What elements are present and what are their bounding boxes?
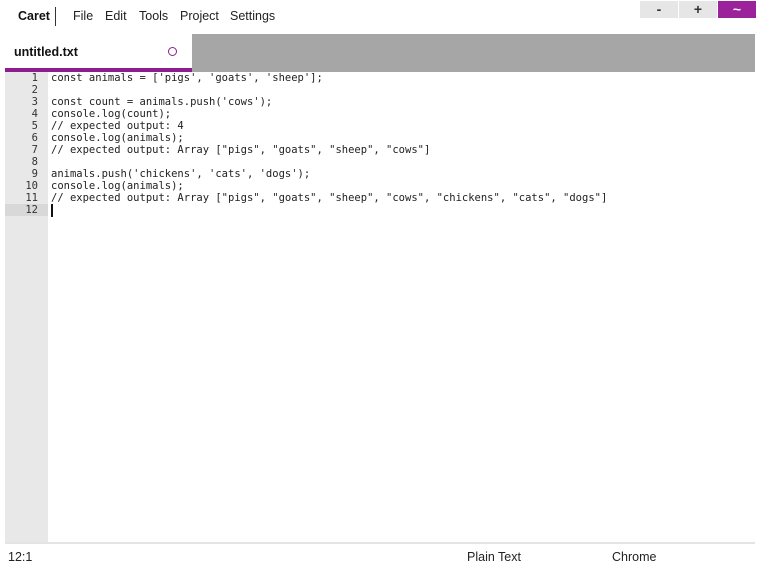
tab-bar: untitled.txt: [5, 34, 755, 72]
tab-filename: untitled.txt: [14, 45, 78, 59]
maximize-button[interactable]: +: [679, 1, 717, 18]
code-editor[interactable]: 1 2 3 4 5 6 7 8 9 10 11 12 const animals…: [5, 72, 755, 542]
code-line[interactable]: console.log(animals);: [51, 180, 184, 192]
code-line[interactable]: // expected output: Array ["pigs", "goat…: [51, 144, 430, 156]
line-number: 3: [31, 96, 38, 108]
caret-editor-window: Caret File Edit Tools Project Settings -…: [5, 0, 756, 565]
line-number: 6: [31, 132, 38, 144]
code-line[interactable]: animals.push('chickens', 'cats', 'dogs')…: [51, 168, 310, 180]
brand-separator: [55, 7, 56, 26]
code-line[interactable]: console.log(count);: [51, 108, 171, 120]
syntax-mode[interactable]: Plain Text: [467, 550, 521, 564]
line-number-gutter: 1 2 3 4 5 6 7 8 9 10 11 12: [5, 72, 48, 542]
line-number: 1: [31, 72, 38, 84]
code-line[interactable]: // expected output: Array ["pigs", "goat…: [51, 192, 607, 204]
code-line[interactable]: // expected output: 4: [51, 120, 184, 132]
menu-file[interactable]: File: [73, 9, 93, 23]
modified-circle-icon[interactable]: [168, 47, 177, 56]
menu-tools[interactable]: Tools: [139, 9, 168, 23]
menu-project[interactable]: Project: [180, 9, 219, 23]
line-number: 2: [31, 84, 38, 96]
line-number: 4: [31, 108, 38, 120]
status-bar: 12:1 Plain Text Chrome: [5, 542, 755, 565]
tab-untitled[interactable]: untitled.txt: [5, 34, 192, 72]
line-number: 10: [25, 180, 38, 192]
menu-bar: Caret File Edit Tools Project Settings -…: [5, 0, 756, 34]
line-number: 7: [31, 144, 38, 156]
line-number: 11: [25, 192, 38, 204]
code-line[interactable]: const animals = ['pigs', 'goats', 'sheep…: [51, 72, 323, 84]
code-line[interactable]: const count = animals.push('cows');: [51, 96, 272, 108]
cursor-position: 12:1: [8, 550, 33, 564]
line-number: 9: [31, 168, 38, 180]
app-name: Caret: [18, 9, 50, 23]
minimize-button[interactable]: -: [640, 1, 678, 18]
line-number: 8: [31, 156, 38, 168]
text-cursor: [51, 204, 53, 217]
app-menu-button[interactable]: ~: [718, 1, 756, 18]
line-number: 12: [25, 204, 38, 216]
line-number: 5: [31, 120, 38, 132]
theme-name[interactable]: Chrome: [612, 550, 656, 564]
menu-edit[interactable]: Edit: [105, 9, 127, 23]
code-line[interactable]: console.log(animals);: [51, 132, 184, 144]
menu-settings[interactable]: Settings: [230, 9, 275, 23]
